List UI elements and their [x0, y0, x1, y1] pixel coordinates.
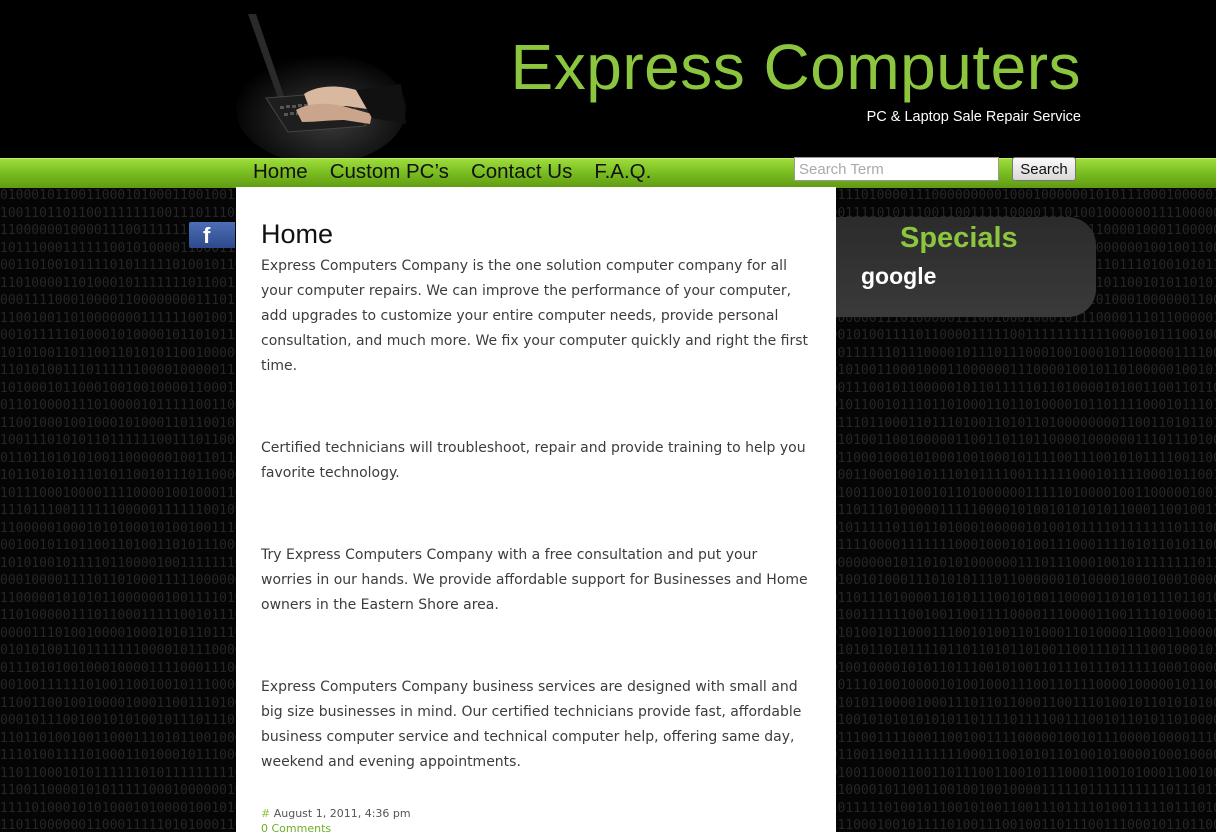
- main-content: Home Express Computers Company is the on…: [236, 187, 836, 832]
- specials-link-google[interactable]: google: [861, 263, 936, 290]
- facebook-letter: f: [203, 223, 211, 248]
- paragraph-3: Try Express Computers Company with a fre…: [261, 547, 808, 613]
- paragraph-1: Express Computers Company is the one sol…: [261, 258, 808, 374]
- nav-item-contact-us[interactable]: Contact Us: [471, 159, 572, 185]
- laptop-hands-image: [226, 14, 406, 158]
- nav-item-home[interactable]: Home: [253, 159, 308, 185]
- nav-item-faq[interactable]: F.A.Q.: [594, 159, 651, 185]
- paragraph-2: Certified technicians will troubleshoot,…: [261, 440, 806, 481]
- specials-title: Specials: [900, 222, 1018, 254]
- post-meta: # August 1, 2011, 4:36 pm: [261, 807, 411, 820]
- specials-box: Specials google: [836, 217, 1096, 317]
- comments-link[interactable]: 0 Comments: [261, 822, 331, 832]
- search-button[interactable]: Search: [1012, 157, 1076, 181]
- facebook-icon[interactable]: f: [189, 222, 235, 248]
- permalink-hash[interactable]: #: [261, 807, 270, 820]
- paragraph-4: Express Computers Company business servi…: [261, 679, 802, 770]
- site-tagline: PC & Laptop Sale Repair Service: [866, 109, 1081, 125]
- site-header: Express Computers PC & Laptop Sale Repai…: [0, 0, 1216, 158]
- search-input[interactable]: [794, 157, 999, 181]
- post-date: August 1, 2011, 4:36 pm: [273, 807, 411, 820]
- site-title[interactable]: Express Computers: [511, 30, 1081, 104]
- page-title: Home: [261, 219, 334, 249]
- nav-item-custom-pcs[interactable]: Custom PC’s: [330, 159, 449, 185]
